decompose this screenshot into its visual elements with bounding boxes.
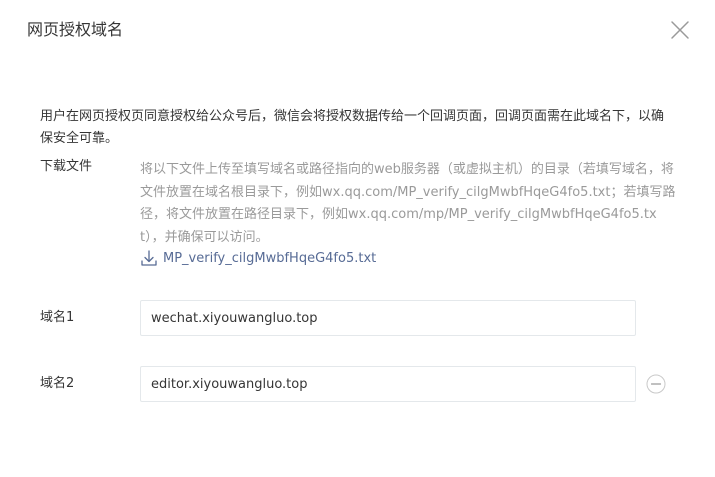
close-icon: [671, 21, 689, 39]
domain-2-label: 域名2: [40, 376, 75, 391]
minus-circle-icon: [646, 374, 666, 394]
domain-1-input[interactable]: [140, 300, 636, 336]
domain-1-label: 域名1: [40, 310, 75, 325]
domain-2-input[interactable]: [140, 366, 636, 402]
download-file-link[interactable]: MP_verify_cilgMwbfHqeG4fo5.txt: [140, 247, 376, 269]
domain-auth-dialog: 网页授权域名 用户在网页授权页同意授权给公众号后，微信会将授权数据传给一个回调页…: [0, 0, 715, 477]
intro-text: 用户在网页授权页同意授权给公众号后，微信会将授权数据传给一个回调页面，回调页面需…: [40, 109, 665, 146]
dialog-title: 网页授权域名: [27, 20, 124, 39]
download-description: 将以下文件上传至填写域名或路径指向的web服务器（或虚拟主机）的目录（若填写域名…: [140, 162, 676, 245]
download-file-name: MP_verify_cilgMwbfHqeG4fo5.txt: [163, 250, 377, 266]
download-file-label: 下载文件: [40, 159, 93, 174]
download-icon: [141, 250, 157, 266]
remove-domain-2-button[interactable]: [646, 374, 666, 394]
close-button[interactable]: [668, 18, 692, 42]
